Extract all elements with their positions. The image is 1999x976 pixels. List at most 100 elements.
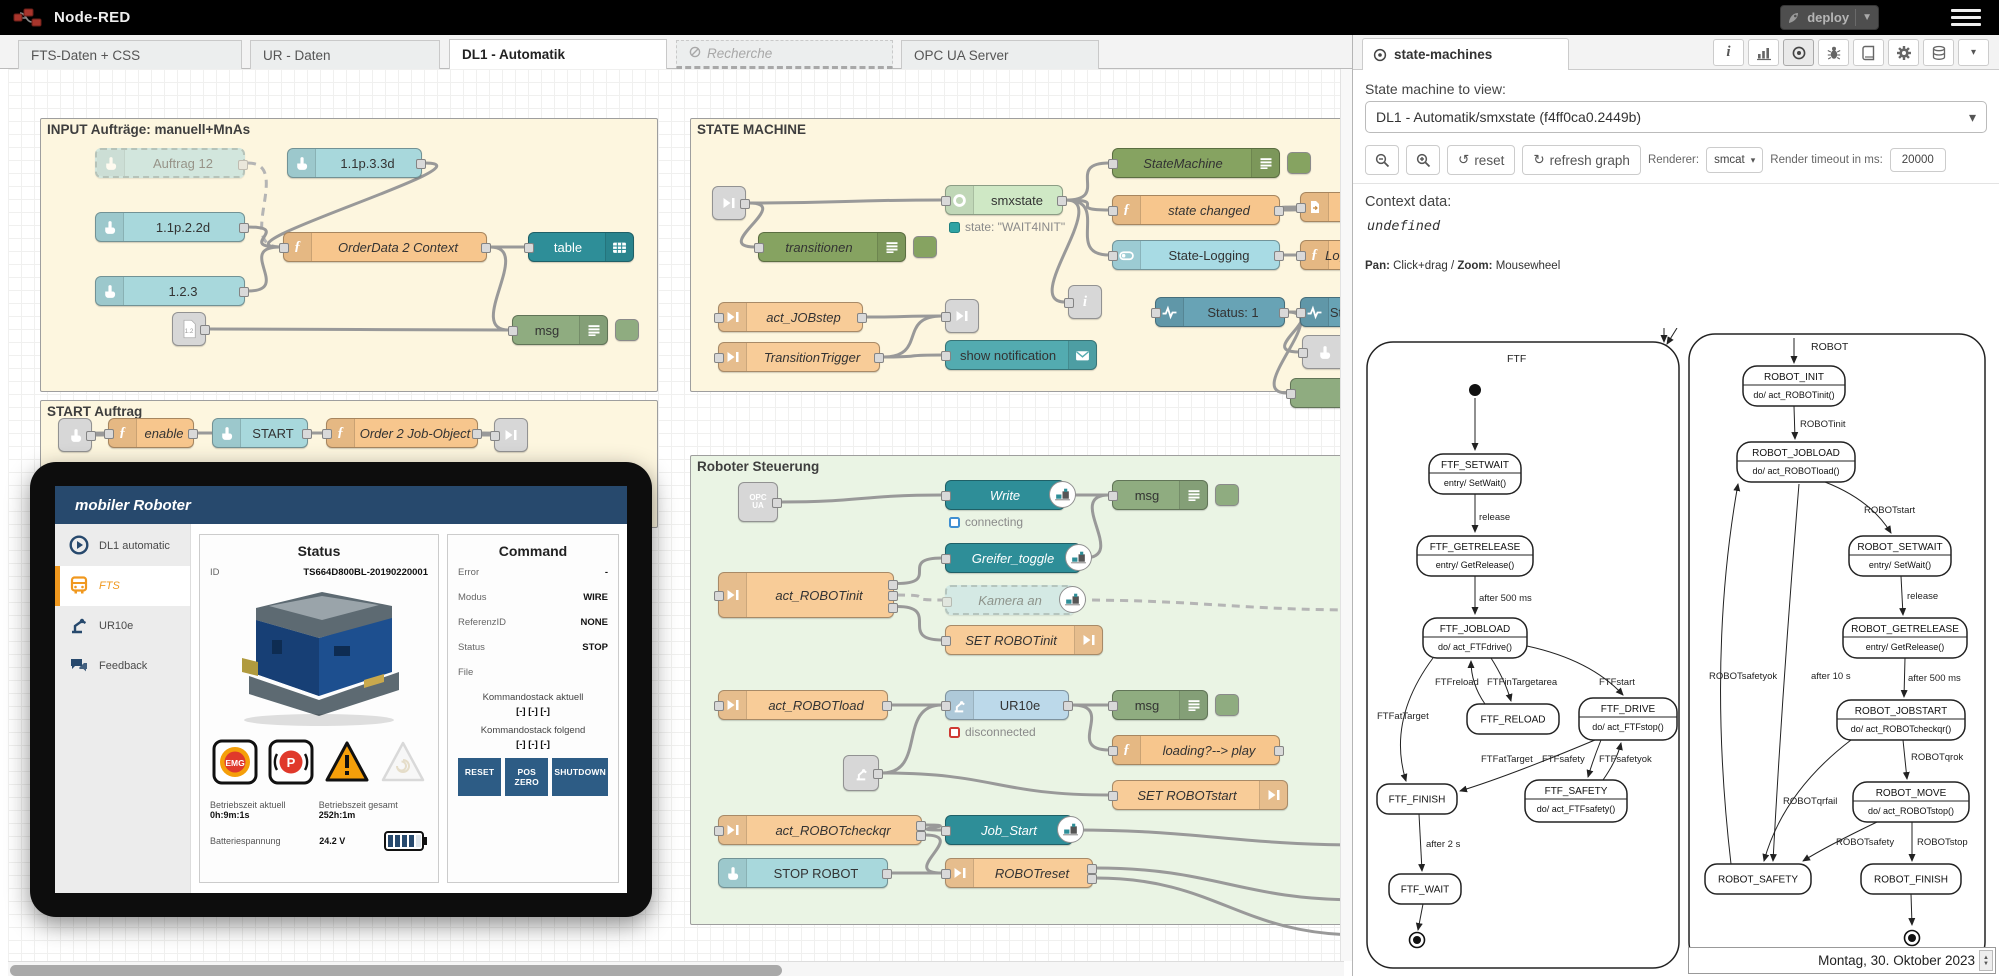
node-info-node[interactable]: i [1068,285,1102,319]
output-port[interactable] [472,429,482,439]
input-port[interactable] [941,491,951,501]
node-smxstate[interactable]: smxstate [945,185,1063,215]
node-msg-ur[interactable]: msg [1112,690,1208,720]
node-set-robotinit[interactable]: SET ROBOTinit [945,625,1103,655]
pos-zero-button[interactable]: POS ZERO [505,758,548,796]
node-status-cut[interactable]: St [1300,297,1344,327]
zoom-out-button[interactable] [1365,145,1399,175]
input-port[interactable] [279,243,289,253]
output-port[interactable] [916,831,926,841]
node-link-in-sm[interactable] [712,186,746,220]
node-inject-cut[interactable] [1302,335,1344,369]
input-port[interactable] [1108,251,1118,261]
input-port[interactable] [508,326,518,336]
date-stepper-icon[interactable]: ▲▼ [1979,950,1993,971]
output-port[interactable] [873,769,883,779]
output-port[interactable] [302,429,312,439]
input-port[interactable] [1151,308,1161,318]
hamburger-menu-icon[interactable] [1951,6,1981,29]
output-port[interactable] [1274,206,1284,216]
input-port[interactable] [714,313,724,323]
node-state-logging[interactable]: State-Logging [1112,240,1280,270]
input-port[interactable] [1064,298,1074,308]
input-port[interactable] [1296,308,1306,318]
node-greifer-toggle[interactable]: Greifer_toggle [945,543,1081,573]
output-port[interactable] [1063,701,1073,711]
tab-dl1-automatik[interactable]: DL1 - Automatik [449,39,667,69]
output-port[interactable] [1087,864,1097,874]
node-act-robotload[interactable]: act_ROBOTload [718,690,888,720]
input-port[interactable] [941,826,951,836]
input-port[interactable] [490,431,500,441]
scrollbar-thumb[interactable] [10,965,782,976]
input-port[interactable] [941,701,951,711]
output-port[interactable] [1274,746,1284,756]
node-show-notification[interactable]: show notification [945,340,1097,370]
input-port[interactable] [942,597,952,607]
node-auftrag12[interactable]: Auftrag 12 [95,148,245,178]
output-port[interactable] [188,429,198,439]
node-link-out-sm[interactable] [945,299,979,333]
node-order-2-job-object[interactable]: ƒOrder 2 Job-Object [326,418,478,448]
node-write[interactable]: Write [945,480,1065,510]
input-port[interactable] [1108,206,1118,216]
debug-toggle-button[interactable] [1287,152,1311,174]
output-port[interactable] [874,353,884,363]
output-port[interactable] [86,431,96,441]
node-job-start[interactable]: Job_Start [945,815,1073,845]
menu-item-ur10e[interactable]: UR10e [55,606,190,646]
output-port[interactable] [481,243,491,253]
input-port[interactable] [941,869,951,879]
node-msg-input[interactable]: msg [512,315,608,345]
output-port[interactable] [416,159,426,169]
output-port[interactable] [888,603,898,613]
node-loading-play[interactable]: ƒloading?--> play [1112,735,1280,765]
node-transitionen[interactable]: transitionen [758,232,906,262]
deploy-caret-icon[interactable]: ▼ [1862,12,1872,23]
input-port[interactable] [714,591,724,601]
shutdown-button[interactable]: SHUTDOWN [552,758,608,796]
input-port[interactable] [941,196,951,206]
node-statemachine[interactable]: StateMachine [1112,148,1280,178]
node-enable[interactable]: ƒenable [108,418,194,448]
output-port[interactable] [916,821,926,831]
output-port[interactable] [200,325,210,335]
output-port[interactable] [239,287,249,297]
node-inject-1122d[interactable]: 1.1p.2.2d [95,212,245,242]
input-port[interactable] [941,636,951,646]
input-port[interactable] [1108,159,1118,169]
output-port[interactable] [882,701,892,711]
debug-toggle-button[interactable] [615,319,639,341]
node-log-cut[interactable]: ƒLog [1300,240,1344,270]
toolbar-state-machine-icon[interactable] [1783,39,1814,66]
node-transitiontrigger[interactable]: TransitionTrigger [718,342,880,372]
node-inject-grey-start[interactable] [58,418,92,452]
input-port[interactable] [1296,251,1306,261]
input-port[interactable] [1108,791,1118,801]
input-port[interactable] [1108,746,1118,756]
debug-toggle-button[interactable] [1215,694,1239,716]
input-port[interactable] [1298,348,1308,358]
node-ur10e[interactable]: UR10e [945,690,1069,720]
node-green-cut[interactable] [1290,378,1344,408]
node-state-changed[interactable]: ƒstate changed [1112,195,1280,225]
toolbar-gear-icon[interactable] [1888,39,1919,66]
input-port[interactable] [104,429,114,439]
input-port[interactable] [1286,389,1296,399]
toolbar-chart-icon[interactable] [1748,39,1779,66]
node-act-jobstep[interactable]: act_JOBstep [718,302,863,332]
output-port[interactable] [238,160,248,170]
state-machine-diagram[interactable]: FTFROBOTreleaseafter 500 msFTFinTargetar… [1359,328,1993,976]
node-act-robotinit[interactable]: act_ROBOTinit [718,572,894,618]
output-port[interactable] [239,223,249,233]
output-port[interactable] [1279,308,1289,318]
node-orderdata-2-context[interactable]: ƒOrderData 2 Context [283,232,487,262]
output-port[interactable] [857,313,867,323]
node-file-12[interactable]: 1.2 [172,312,206,346]
zoom-in-button[interactable] [1406,145,1440,175]
date-input[interactable]: Montag, 30. Oktober 2023 ▲▼ [1688,947,1996,974]
output-port[interactable] [882,869,892,879]
output-port[interactable] [888,591,898,601]
output-port[interactable] [1087,874,1097,884]
input-port[interactable] [1108,701,1118,711]
